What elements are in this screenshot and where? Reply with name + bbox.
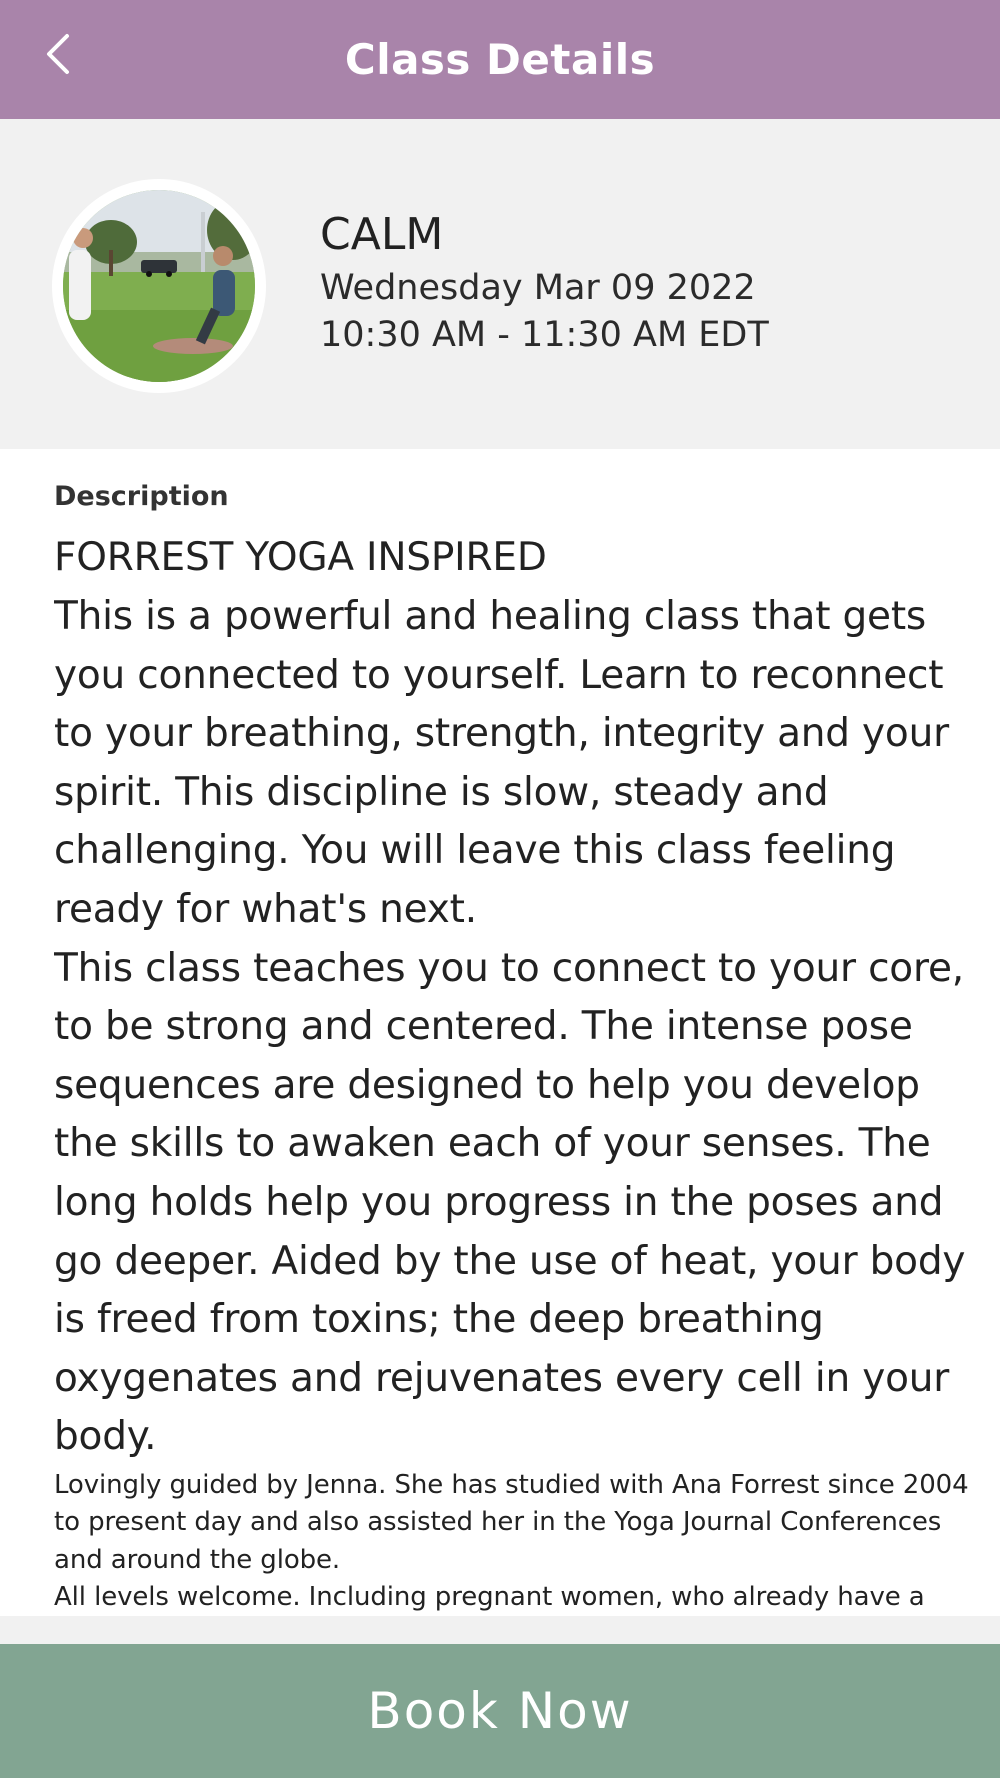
instructor-note: Lovingly guided by Jenna. She has studie… <box>54 1469 969 1575</box>
class-summary: CALM Wednesday Mar 09 2022 10:30 AM - 11… <box>0 119 1000 449</box>
class-time: 10:30 AM - 11:30 AM EDT <box>320 315 769 355</box>
book-now-label: Book Now <box>367 1682 633 1740</box>
page-title: Class Details <box>344 35 656 84</box>
class-date: Wednesday Mar 09 2022 <box>320 268 756 308</box>
chevron-left-icon <box>47 34 69 74</box>
yoga-photo <box>63 190 255 382</box>
levels-note: All levels welcome. Including pregnant w… <box>54 1582 925 1613</box>
description-heading: FORREST YOGA INSPIRED <box>54 535 547 580</box>
book-now-button[interactable]: Book Now <box>0 1644 1000 1778</box>
description-paragraph: This is a powerful and healing class tha… <box>54 594 949 932</box>
class-info: CALM Wednesday Mar 09 2022 10:30 AM - 11… <box>320 205 769 359</box>
top-app-bar: Class Details <box>0 0 1000 119</box>
description-label: Description <box>54 481 229 512</box>
class-name: CALM <box>320 209 444 260</box>
description-paragraph: This class teaches you to connect to you… <box>54 945 966 1460</box>
class-image <box>52 179 266 393</box>
back-button[interactable] <box>28 24 88 84</box>
footer-divider <box>0 1616 1000 1644</box>
class-details-screen: Class Details CALM Wednesday Mar 09 2022… <box>0 0 1000 1778</box>
description-section[interactable]: Description FORREST YOGA INSPIRED This i… <box>54 470 984 1616</box>
